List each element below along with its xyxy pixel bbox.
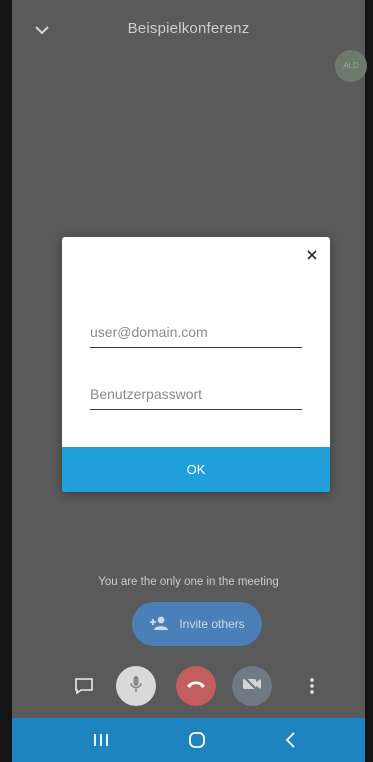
- conference-screen: Beispielkonferenz ALD OK You are the onl…: [12, 0, 367, 718]
- system-nav-bar: [12, 718, 365, 762]
- hang-up-button[interactable]: [176, 666, 216, 706]
- chat-icon[interactable]: [72, 674, 96, 698]
- call-toolbar: [12, 662, 365, 710]
- microphone-icon: [128, 675, 144, 698]
- ok-button[interactable]: OK: [62, 447, 330, 492]
- camera-button[interactable]: [232, 666, 272, 706]
- microphone-button[interactable]: [116, 666, 156, 706]
- meeting-status-text: You are the only one in the meeting: [98, 576, 279, 588]
- home-icon[interactable]: [184, 728, 210, 752]
- more-vertical-icon[interactable]: [300, 674, 324, 698]
- login-dialog: OK: [62, 237, 330, 492]
- person-add-icon: [149, 615, 169, 634]
- username-field[interactable]: [90, 317, 302, 348]
- top-bar: Beispielkonferenz: [12, 0, 365, 58]
- camera-off-icon: [241, 675, 263, 698]
- password-field[interactable]: [90, 379, 302, 410]
- close-icon[interactable]: [304, 247, 320, 263]
- back-icon[interactable]: [278, 728, 304, 752]
- invite-others-button[interactable]: Invite others: [132, 602, 262, 646]
- recent-apps-icon[interactable]: [88, 728, 114, 752]
- avatar: ALD: [335, 50, 367, 82]
- phone-hangup-icon: [185, 677, 207, 695]
- conference-title: Beispielkonferenz: [127, 20, 250, 37]
- invite-others-label: Invite others: [179, 617, 245, 631]
